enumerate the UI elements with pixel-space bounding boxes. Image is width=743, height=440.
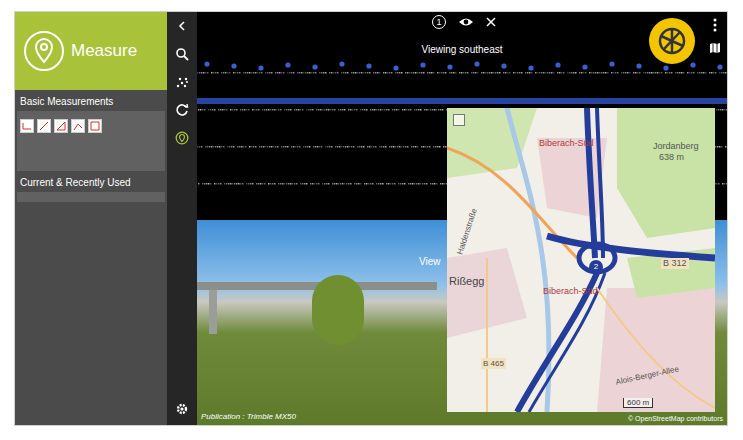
recent-list [17,192,165,202]
measure-icon [175,131,189,145]
points-icon [175,75,189,89]
measure-tool-button[interactable] [71,119,85,133]
view-heading: Viewing southeast [397,44,527,56]
map-label: 638 m [659,152,684,163]
map-label: Biberach-Süd [543,286,598,297]
kebab-icon [713,18,717,32]
map-label: Rißegg [449,276,484,287]
settings-button[interactable] [172,399,192,419]
tree [312,275,364,345]
back-button[interactable] [172,16,192,36]
map-label: B 465 [481,358,506,369]
search-icon [175,47,189,61]
map-label: Biberach-Süd [539,138,594,149]
map-toggle-button[interactable] [709,42,721,54]
close-button[interactable] [486,15,498,29]
bridge-pillar [209,290,217,334]
measure-tool-button[interactable] [54,119,68,133]
rotate-button[interactable] [172,100,192,120]
section-label: Current & Recently Used [15,171,167,192]
back-icon [175,19,189,33]
map-overlay[interactable]: Jordanberg638 m Biberach-Süd 2 B 312 Rißegg B… [447,108,715,412]
map-icon [709,42,721,54]
panel-header: Measure [15,12,167,90]
eye-icon [458,16,474,28]
measure-tool-button[interactable] [37,119,51,133]
map-scale: 600 m [623,398,653,408]
map-label: Jordanberg [653,141,699,152]
distance-tool-icon [37,119,51,133]
close-icon [486,17,496,27]
map-layers-button[interactable] [453,114,465,126]
map-label: B 312 [661,258,689,269]
eye-button[interactable] [458,15,474,29]
angle-tool-icon [71,119,85,133]
gear-icon [175,402,189,416]
basic-tools [17,111,165,171]
map-attribution: © OpenStreetMap contributors [628,414,723,423]
view-controls: 1 [432,15,498,29]
slope-tool-icon [54,119,68,133]
height-tool-icon [20,119,34,133]
publication-label: Publication : Trimble MX50 [201,412,296,422]
measure-logo-icon [23,30,65,72]
measure-tool-button[interactable] [88,119,102,133]
trimble-logo [649,18,695,64]
app: Measure Basic Measurements Current & Rece… [15,12,727,425]
view-count-badge[interactable]: 1 [432,15,446,29]
rotate-icon [175,103,189,117]
trimble-globe-icon [657,26,687,56]
points-button[interactable] [172,72,192,92]
map-label: Haldenstraße [454,207,479,256]
area-tool-icon [88,119,102,133]
toolbar [167,12,197,425]
search-button[interactable] [172,44,192,64]
measure-panel: Measure Basic Measurements Current & Rece… [15,12,167,425]
photo-label: View [419,256,441,268]
menu-button[interactable] [710,18,720,32]
viewer[interactable]: 1 Viewing southeast View Publication : Trim… [197,12,727,425]
panel-title: Measure [71,38,137,64]
section-label: Basic Measurements [15,90,167,111]
measure-tool-button[interactable] [20,119,34,133]
map-label: 2 [589,260,603,274]
measure-button[interactable] [172,128,192,148]
